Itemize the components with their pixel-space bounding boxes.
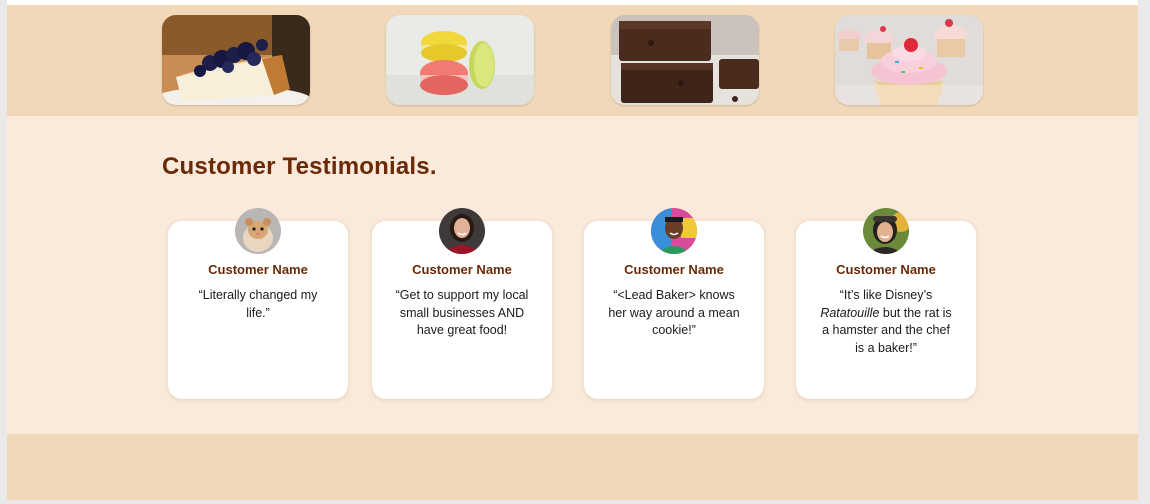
testimonial-card: Customer Name “Get to support my local s… — [372, 208, 552, 399]
man-avatar — [651, 208, 697, 254]
testimonial-card: Customer Name “Literally changed my life… — [168, 208, 348, 399]
section-title: Customer Testimonials. — [162, 153, 437, 180]
quote-movie-title: Ratatouille — [820, 305, 880, 320]
woman-avatar — [439, 208, 485, 254]
page: Customer Testimonials. Customer Name “Li… — [7, 0, 1138, 500]
photo-gallery — [7, 5, 1138, 116]
customer-name: Customer Name — [412, 262, 512, 277]
customer-name: Customer Name — [836, 262, 936, 277]
footer — [7, 434, 1138, 500]
cheesecake-photo — [162, 15, 310, 105]
macarons-photo — [386, 15, 534, 105]
cupcakes-photo — [835, 15, 983, 105]
testimonial-quote: “Literally changed my life.” — [198, 288, 318, 320]
hamster-avatar — [235, 208, 281, 254]
testimonials-section: Customer Testimonials. Customer Name “Li… — [7, 116, 1138, 434]
brownies-photo — [611, 15, 759, 105]
customer-name: Customer Name — [208, 262, 308, 277]
testimonial-quote: “<Lead Baker> knows her way around a mea… — [608, 288, 740, 337]
customer-name: Customer Name — [624, 262, 724, 277]
testimonial-quote: “It’s like Disney’s Ratatouille but the … — [818, 287, 954, 357]
testimonial-quote: “Get to support my local small businesse… — [395, 288, 529, 337]
quote-text-start: “It’s like Disney’s — [839, 288, 933, 302]
testimonial-card: Customer Name “<Lead Baker> knows her wa… — [584, 208, 764, 399]
testimonial-card: Customer Name “It’s like Disney’s Ratato… — [796, 208, 976, 399]
smiling-woman-avatar — [863, 208, 909, 254]
